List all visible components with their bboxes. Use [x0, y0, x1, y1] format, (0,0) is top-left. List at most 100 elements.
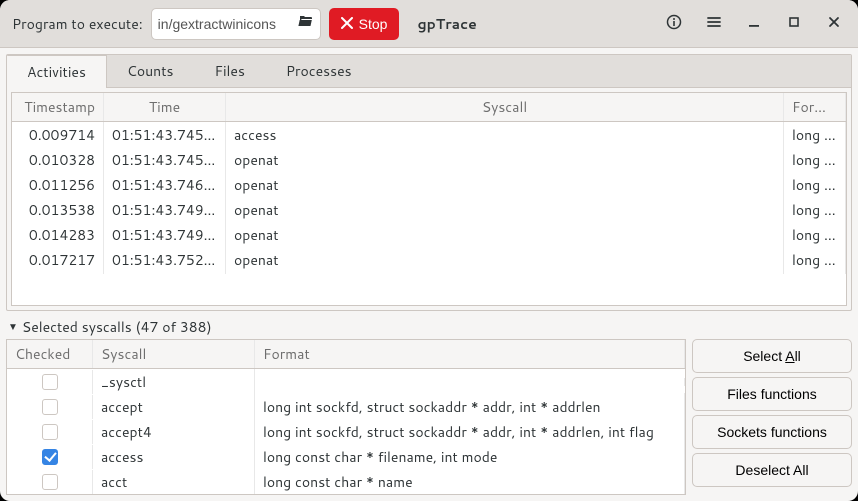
cell-syscall: openat	[226, 146, 784, 174]
close-icon	[341, 16, 353, 32]
col-header-timestamp[interactable]: Timestamp	[12, 93, 104, 121]
col-header-format[interactable]: Format	[784, 93, 846, 121]
table-row[interactable]: acctlong const char * name	[7, 469, 685, 494]
triangle-down-icon: ▼	[8, 320, 18, 334]
cell-format: long int sockfd, struct sockaddr * addr,…	[255, 393, 685, 421]
cell-timestamp: 0.009714	[12, 121, 104, 149]
app-title: gpTrace	[407, 14, 476, 34]
cell-time: 01:51:43.749818	[104, 221, 226, 249]
cell-format: long o…	[784, 171, 846, 199]
sockets-functions-button[interactable]: Sockets functions	[692, 415, 852, 449]
cell-checked[interactable]	[7, 445, 93, 469]
content-area: ActivitiesCountsFilesProcesses Timestamp…	[0, 48, 858, 501]
cell-syscall: acct	[93, 468, 255, 496]
cell-syscall: accept	[93, 393, 255, 421]
cell-syscall: access	[93, 443, 255, 471]
cell-checked[interactable]	[7, 470, 93, 494]
table-row[interactable]: accept4long int sockfd, struct sockaddr …	[7, 419, 685, 444]
folder-open-icon[interactable]	[298, 13, 314, 34]
close-icon	[826, 14, 842, 33]
syscall-table-head: Checked Syscall Format	[7, 340, 685, 369]
table-row[interactable]: accesslong const char * filename, int mo…	[7, 444, 685, 469]
menu-button[interactable]	[698, 8, 730, 40]
titlebar: Program to execute: Stop gpTrace	[0, 0, 858, 48]
checkbox[interactable]	[42, 424, 58, 440]
bottom-area: Checked Syscall Format _sysctlacceptlong…	[6, 339, 852, 495]
cell-format: long o…	[784, 146, 846, 174]
cell-syscall: _sysctl	[93, 368, 255, 396]
about-button[interactable]	[658, 8, 690, 40]
table-row[interactable]: 0.01032801:51:43.745863openatlong o…	[12, 147, 846, 172]
cell-time: 01:51:43.749073	[104, 196, 226, 224]
cell-syscall: access	[226, 121, 784, 149]
cell-checked[interactable]	[7, 395, 93, 419]
minimize-icon	[746, 14, 762, 33]
checkbox[interactable]	[42, 474, 58, 490]
tab-processes[interactable]: Processes	[266, 55, 373, 87]
activities-table[interactable]: Timestamp Time Syscall Format 0.00971401…	[11, 92, 847, 306]
cell-time: 01:51:43.745249	[104, 121, 226, 149]
checkbox[interactable]	[42, 374, 58, 390]
stop-button[interactable]: Stop	[329, 8, 400, 40]
files-functions-button[interactable]: Files functions	[692, 377, 852, 411]
cell-format: long o…	[784, 196, 846, 224]
program-label: Program to execute:	[8, 14, 143, 34]
cell-format: long const char * name	[255, 468, 685, 496]
col-header-format2[interactable]: Format	[255, 340, 685, 368]
tab-row: ActivitiesCountsFilesProcesses	[7, 55, 851, 88]
table-row[interactable]: 0.01353801:51:43.749073openatlong o…	[12, 197, 846, 222]
col-header-checked[interactable]: Checked	[7, 340, 93, 368]
cell-checked[interactable]	[7, 370, 93, 394]
table-row[interactable]: 0.01125601:51:43.746791openatlong o…	[12, 172, 846, 197]
cell-syscall: openat	[226, 221, 784, 249]
selected-syscalls-toggle[interactable]: ▼ Selected syscalls (47 of 388)	[6, 315, 852, 339]
activities-table-head: Timestamp Time Syscall Format	[12, 93, 846, 122]
stop-button-label: Stop	[359, 16, 388, 32]
table-row[interactable]: 0.01428301:51:43.749818openatlong o…	[12, 222, 846, 247]
cell-timestamp: 0.013538	[12, 196, 104, 224]
col-header-time[interactable]: Time	[104, 93, 226, 121]
minimize-button[interactable]	[738, 8, 770, 40]
maximize-icon	[786, 14, 802, 33]
cell-syscall: accept4	[93, 418, 255, 446]
tab-activities[interactable]: Activities	[6, 55, 107, 88]
cell-format: long int sockfd, struct sockaddr * addr,…	[255, 418, 685, 446]
tab-counts[interactable]: Counts	[107, 55, 195, 87]
table-row[interactable]: acceptlong int sockfd, struct sockaddr *…	[7, 394, 685, 419]
cell-syscall: openat	[226, 171, 784, 199]
table-row[interactable]: 0.01721701:51:43.752752openatlong o…	[12, 247, 846, 272]
close-button[interactable]	[818, 8, 850, 40]
cell-time: 01:51:43.745863	[104, 146, 226, 174]
cell-format: long o…	[784, 221, 846, 249]
col-header-syscall2[interactable]: Syscall	[93, 340, 255, 368]
table-row[interactable]: _sysctl	[7, 369, 685, 394]
side-buttons: Select All Files functions Sockets funct…	[692, 339, 852, 495]
info-icon	[666, 14, 682, 33]
cell-syscall: openat	[226, 196, 784, 224]
deselect-all-button[interactable]: Deselect All	[692, 453, 852, 487]
cell-format	[255, 378, 685, 386]
syscall-table[interactable]: Checked Syscall Format _sysctlacceptlong…	[6, 339, 686, 495]
cell-format: long const char * filename, int mode	[255, 443, 685, 471]
maximize-button[interactable]	[778, 8, 810, 40]
table-row[interactable]: 0.00971401:51:43.745249accesslong a…	[12, 122, 846, 147]
program-path-input[interactable]	[158, 16, 294, 32]
select-all-button[interactable]: Select All	[692, 339, 852, 373]
tabs-frame: ActivitiesCountsFilesProcesses Timestamp…	[6, 54, 852, 311]
cell-format: long o…	[784, 246, 846, 274]
tab-files[interactable]: Files	[194, 55, 265, 87]
cell-time: 01:51:43.752752	[104, 246, 226, 274]
col-header-syscall[interactable]: Syscall	[226, 93, 784, 121]
checkbox[interactable]	[42, 449, 58, 465]
cell-format: long a…	[784, 121, 846, 149]
cell-checked[interactable]	[7, 420, 93, 444]
cell-syscall: openat	[226, 246, 784, 274]
cell-timestamp: 0.017217	[12, 246, 104, 274]
checkbox[interactable]	[42, 399, 58, 415]
cell-timestamp: 0.014283	[12, 221, 104, 249]
cell-timestamp: 0.011256	[12, 171, 104, 199]
app-window: Program to execute: Stop gpTrace	[0, 0, 858, 501]
program-path-field[interactable]	[151, 8, 321, 40]
hamburger-icon	[706, 14, 722, 33]
cell-time: 01:51:43.746791	[104, 171, 226, 199]
